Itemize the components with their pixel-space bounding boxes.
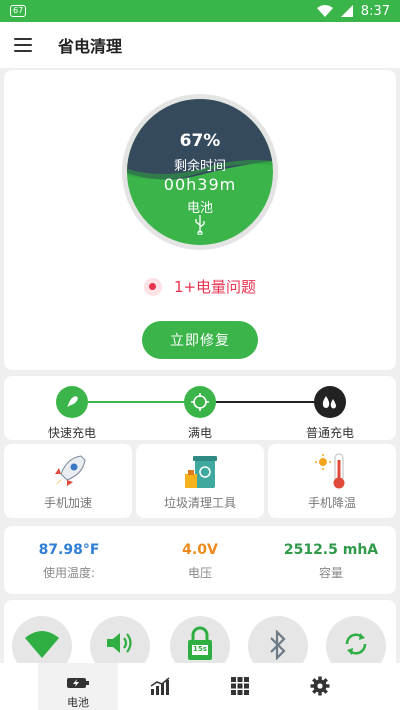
battery-issues[interactable]: 1+电量问题 (4, 276, 396, 297)
stat-value: 2512.5 mhA (283, 542, 379, 558)
tool-label: 手机加速 (43, 496, 92, 510)
bottom-tab-bar: 电池 (0, 663, 400, 710)
wifi-toggle[interactable] (12, 616, 72, 670)
trash-bin-icon (179, 452, 221, 494)
bluetooth-icon (268, 629, 288, 664)
battery-stats-card: 87.98°F 使用温度: 4.0V 电压 2512.5 mhA 容量 (4, 526, 396, 594)
page-title: 省电清理 (58, 37, 123, 56)
apps-grid-icon (229, 677, 251, 695)
remaining-time-label: 剩余时间 (173, 159, 226, 174)
screen-timeout-value: 15s (193, 645, 207, 653)
app-bar: 省电清理 (0, 22, 400, 68)
volume-toggle[interactable] (90, 616, 150, 670)
battery-percent: 67% (179, 131, 221, 151)
tab-battery[interactable]: 电池 (38, 663, 118, 710)
wifi-signal-icon (316, 5, 333, 17)
stat-value: 4.0V (182, 542, 218, 558)
stat-value: 87.98°F (38, 542, 100, 558)
tool-phone-boost[interactable]: 手机加速 (4, 444, 132, 518)
tool-label: 手机降温 (307, 496, 356, 510)
refresh-target-icon (184, 386, 216, 418)
stat-capacity: 2512.5 mhA 容量 (266, 542, 396, 581)
screen-timeout-toggle[interactable]: 15s (170, 616, 230, 670)
signal-icon (340, 5, 353, 17)
stage-fast-charge: 快速充电 (32, 386, 112, 441)
quick-toggles-card: 15s (4, 600, 396, 670)
battery-issues-label: 1+电量问题 (173, 278, 257, 296)
stage-label: 普通充电 (305, 426, 354, 440)
alert-dot-icon (143, 277, 162, 296)
stat-label: 容量 (318, 566, 343, 580)
drops-icon (314, 386, 346, 418)
rocket-icon (47, 452, 89, 494)
tab-apps[interactable] (200, 663, 280, 710)
volume-icon (105, 630, 135, 660)
chart-icon (149, 677, 171, 695)
battery-status-card: 67% 剩余时间 00h39m 电池 1+电量问题 立即修复 (4, 70, 396, 370)
charge-stages-card: 快速充电 满电 普通充电 (4, 376, 396, 440)
rocket-icon (56, 386, 88, 418)
stat-label: 使用温度: (42, 566, 96, 580)
power-source-label: 电池 (186, 201, 213, 216)
auto-rotate-icon (342, 630, 370, 662)
wifi-icon (25, 630, 59, 662)
bluetooth-toggle[interactable] (248, 616, 308, 670)
thermometer-icon (311, 452, 353, 494)
remaining-time-value: 00h39m (163, 175, 237, 194)
auto-rotate-toggle[interactable] (326, 616, 386, 670)
battery-level-badge: 67 (10, 5, 27, 17)
stage-label: 快速充电 (47, 426, 96, 440)
tool-label: 垃圾清理工具 (163, 496, 236, 510)
tool-phone-cooling[interactable]: 手机降温 (268, 444, 396, 518)
tab-chart[interactable] (120, 663, 200, 710)
tab-label: 电池 (67, 696, 89, 709)
status-time: 8:37 (360, 3, 390, 19)
usb-icon (195, 215, 205, 239)
stat-temperature: 87.98°F 使用温度: (4, 542, 134, 581)
stage-normal-charge: 普通充电 (290, 386, 370, 441)
stat-label: 电压 (187, 566, 212, 580)
status-bar: 67 8:37 (0, 0, 400, 22)
battery-dial: 67% 剩余时间 00h39m 电池 (122, 94, 278, 250)
menu-icon[interactable] (14, 38, 32, 52)
stat-voltage: 4.0V 电压 (135, 542, 265, 581)
stage-full-charge: 满电 (160, 386, 240, 441)
screen-timeout-icon: 15s (185, 626, 215, 664)
fix-now-button[interactable]: 立即修复 (142, 321, 258, 359)
tool-junk-cleaner[interactable]: 垃圾清理工具 (136, 444, 264, 518)
tab-settings[interactable] (280, 663, 360, 710)
battery-icon (67, 674, 89, 692)
settings-gear-icon (309, 676, 331, 696)
stage-label: 满电 (187, 426, 212, 440)
